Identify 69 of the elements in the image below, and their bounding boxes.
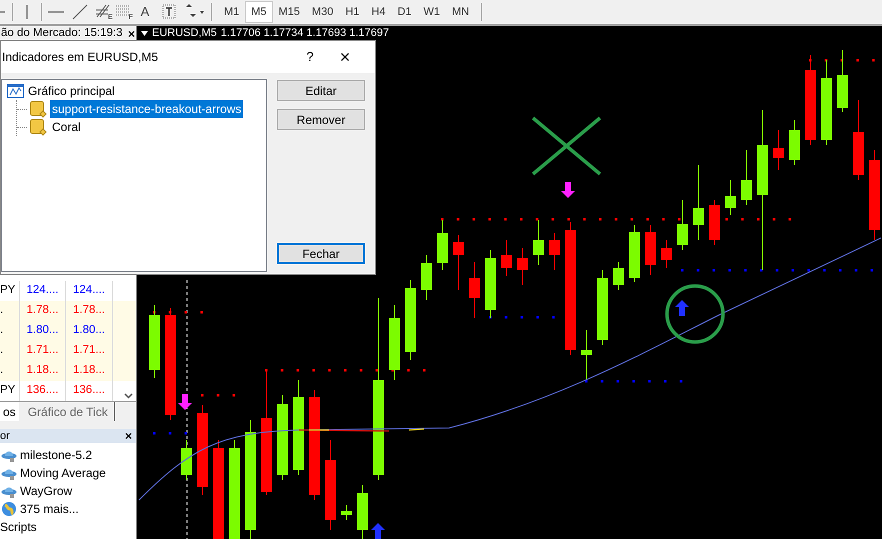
candle bbox=[661, 240, 672, 268]
panel-tab[interactable]: os bbox=[0, 402, 19, 421]
candle bbox=[437, 220, 448, 270]
candle bbox=[789, 120, 800, 166]
candle bbox=[581, 330, 592, 380]
function-icon bbox=[30, 100, 47, 118]
chart-prices: 1.17706 1.17734 1.17693 1.17697 bbox=[220, 28, 390, 39]
candle bbox=[613, 262, 624, 290]
panel-title: ão do Mercado: 15:19:3 bbox=[1, 26, 122, 41]
navigator-item[interactable]: 375 mais... bbox=[20, 500, 79, 518]
navigator-item[interactable]: milestone-5.2 bbox=[20, 446, 92, 464]
down-arrow-icon bbox=[561, 182, 575, 198]
candle bbox=[485, 250, 496, 318]
dialog-button[interactable]: Editar bbox=[277, 80, 365, 101]
navigator-item[interactable]: Moving Average bbox=[20, 464, 106, 482]
dialog-title: Indicadores em EURUSD,M5 bbox=[2, 49, 160, 66]
candle bbox=[469, 262, 480, 318]
chart-window-icon bbox=[7, 84, 24, 98]
timeframe-button[interactable]: W1 bbox=[418, 1, 446, 23]
candle bbox=[341, 504, 352, 520]
timeframe-button[interactable]: M5 bbox=[245, 1, 273, 23]
tree-item[interactable]: support-resistance-breakout-arrows bbox=[50, 100, 244, 118]
candle bbox=[453, 234, 464, 290]
dialog-button[interactable]: Remover bbox=[277, 109, 365, 130]
tree-item[interactable]: Coral bbox=[50, 118, 83, 136]
timeframe-button[interactable]: M1 bbox=[218, 1, 246, 23]
panel-tab[interactable]: Gráfico de Tick bbox=[24, 402, 115, 421]
cross-mark bbox=[531, 116, 602, 176]
candle bbox=[773, 130, 784, 170]
candle bbox=[421, 254, 432, 300]
candle bbox=[677, 200, 688, 250]
close-button[interactable]: × bbox=[128, 28, 135, 40]
timeframe-button[interactable]: H4 bbox=[365, 1, 392, 23]
candle bbox=[533, 220, 544, 266]
timeframe-button[interactable]: H1 bbox=[339, 1, 366, 23]
candle bbox=[725, 180, 736, 216]
candle bbox=[501, 240, 512, 276]
navigator-group[interactable]: Scripts bbox=[0, 518, 37, 536]
candle bbox=[629, 224, 640, 282]
navigator-item[interactable]: WayGrow bbox=[20, 482, 72, 500]
scroll-down-icon[interactable] bbox=[124, 393, 133, 399]
globe-icon bbox=[1, 501, 17, 517]
function-icon bbox=[30, 118, 47, 136]
down-arrow-icon bbox=[178, 394, 192, 410]
text-tool-button[interactable]: A bbox=[132, 2, 157, 22]
candle bbox=[549, 232, 560, 270]
candle bbox=[645, 224, 656, 276]
help-button[interactable]: ? bbox=[295, 47, 325, 67]
candle bbox=[709, 200, 720, 246]
candle bbox=[741, 150, 752, 206]
timeframe-button[interactable]: M15 bbox=[272, 1, 306, 23]
panel-title: or bbox=[0, 428, 10, 444]
circle-mark bbox=[665, 284, 725, 344]
close-button[interactable]: × bbox=[325, 44, 365, 70]
dropdown-icon[interactable] bbox=[141, 31, 148, 36]
candle bbox=[517, 248, 528, 286]
tree-item[interactable]: Gráfico principal bbox=[28, 82, 115, 100]
up-arrow-icon bbox=[675, 300, 689, 316]
candle bbox=[181, 440, 192, 480]
up-arrow-icon bbox=[371, 523, 385, 539]
close-button[interactable]: × bbox=[124, 430, 132, 442]
timeframe-button[interactable]: M30 bbox=[306, 1, 340, 23]
timeframe-button[interactable]: MN bbox=[446, 1, 476, 23]
dialog-button[interactable]: Fechar bbox=[277, 243, 365, 264]
dotted-level-line bbox=[153, 311, 203, 314]
chart-title: EURUSD,M5 bbox=[152, 28, 217, 39]
timeframe-button[interactable]: D1 bbox=[391, 1, 418, 23]
candle bbox=[357, 484, 368, 539]
candle bbox=[837, 50, 848, 112]
